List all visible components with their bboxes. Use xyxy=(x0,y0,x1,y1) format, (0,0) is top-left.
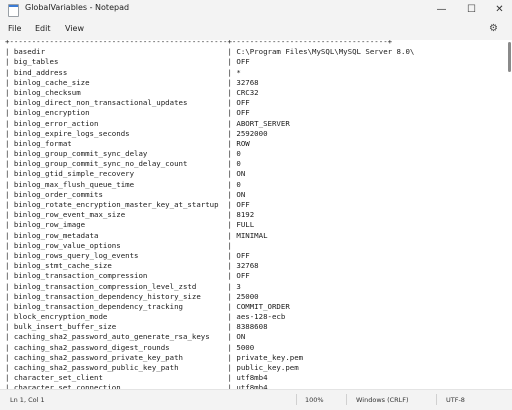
status-divider xyxy=(436,394,437,405)
cursor-position: Ln 1, Col 1 xyxy=(10,396,45,404)
title-bar: GlobalVariables - Notepad — ☐ ✕ xyxy=(0,0,512,19)
editor-line: | binlog_expire_logs_seconds | 2592000 xyxy=(5,128,268,138)
editor-line: | bulk_insert_buffer_size | 8388608 xyxy=(5,322,268,332)
menu-file[interactable]: File xyxy=(8,24,21,33)
menu-edit[interactable]: Edit xyxy=(35,24,51,33)
editor-line: | caching_sha2_password_public_key_path … xyxy=(5,363,299,372)
editor-line: | caching_sha2_password_auto_generate_rs… xyxy=(5,332,246,342)
editor-line: | big_tables | OFF xyxy=(5,57,250,67)
zoom-level[interactable]: 100% xyxy=(305,396,324,404)
editor-line: | binlog_rotate_encryption_master_key_at… xyxy=(5,200,250,209)
editor-line: | binlog_transaction_dependency_tracking… xyxy=(5,301,290,311)
vertical-scrollbar[interactable] xyxy=(508,42,511,72)
status-divider xyxy=(346,394,347,405)
editor-line: | binlog_max_flush_queue_time | 0 xyxy=(5,179,241,189)
editor-line: | binlog_cache_size | 32768 xyxy=(5,77,259,87)
editor-line: | caching_sha2_password_private_key_path… xyxy=(5,352,304,362)
editor-line: | binlog_rows_query_log_events | OFF xyxy=(5,250,250,260)
editor-line: | basedir | C:\Program Files\MySQL\MySQL… xyxy=(5,47,415,57)
menu-view[interactable]: View xyxy=(65,24,84,33)
editor-line: | binlog_transaction_compression | OFF xyxy=(5,271,250,281)
editor-line: | binlog_row_image | FULL xyxy=(5,220,255,230)
status-divider xyxy=(296,394,297,405)
maximize-button[interactable]: ☐ xyxy=(458,0,485,19)
encoding[interactable]: UTF-8 xyxy=(446,396,465,404)
editor-line: | binlog_transaction_dependency_history_… xyxy=(5,291,259,301)
editor-line: | block_encryption_mode | aes-128-ecb xyxy=(5,312,286,322)
editor-line: | binlog_stmt_cache_size | 32768 xyxy=(5,261,259,271)
editor-line: | binlog_row_value_options | xyxy=(5,240,232,250)
editor-line: | binlog_checksum | CRC32 xyxy=(5,87,259,97)
editor-line: | caching_sha2_password_digest_rounds | … xyxy=(5,342,255,352)
editor-line: | binlog_direct_non_transactional_update… xyxy=(5,98,250,108)
editor-line: +---------------------------------------… xyxy=(5,40,393,46)
editor-line: | binlog_group_commit_sync_delay | 0 xyxy=(5,149,241,159)
text-editor[interactable]: +---------------------------------------… xyxy=(0,40,512,389)
editor-line: | binlog_row_event_max_size | 8192 xyxy=(5,210,255,220)
close-button[interactable]: ✕ xyxy=(486,0,512,19)
notepad-icon xyxy=(8,4,19,17)
editor-line: | binlog_error_action | ABORT_SERVER xyxy=(5,118,290,128)
editor-line: | bind_address | * xyxy=(5,67,241,77)
editor-line: | binlog_order_commits | ON xyxy=(5,189,246,199)
settings-gear-icon[interactable]: ⚙ xyxy=(489,23,498,34)
minimize-button[interactable]: — xyxy=(428,0,455,19)
editor-line: | binlog_encryption | OFF xyxy=(5,108,250,118)
editor-line: | binlog_transaction_compression_level_z… xyxy=(5,281,241,291)
editor-text: +---------------------------------------… xyxy=(5,40,414,389)
window-title: GlobalVariables - Notepad xyxy=(25,3,130,12)
status-bar: Ln 1, Col 1 100% Windows (CRLF) UTF-8 xyxy=(0,389,512,410)
line-ending[interactable]: Windows (CRLF) xyxy=(356,396,409,404)
editor-line: | binlog_gtid_simple_recovery | ON xyxy=(5,169,246,179)
editor-line: | character_set_client | utf8mb4 xyxy=(5,373,268,383)
editor-line: | binlog_row_metadata | MINIMAL xyxy=(5,230,268,240)
editor-line: | binlog_group_commit_sync_no_delay_coun… xyxy=(5,159,241,169)
menu-bar: File Edit View ⚙ xyxy=(0,19,512,40)
editor-line: | binlog_format | ROW xyxy=(5,138,250,148)
